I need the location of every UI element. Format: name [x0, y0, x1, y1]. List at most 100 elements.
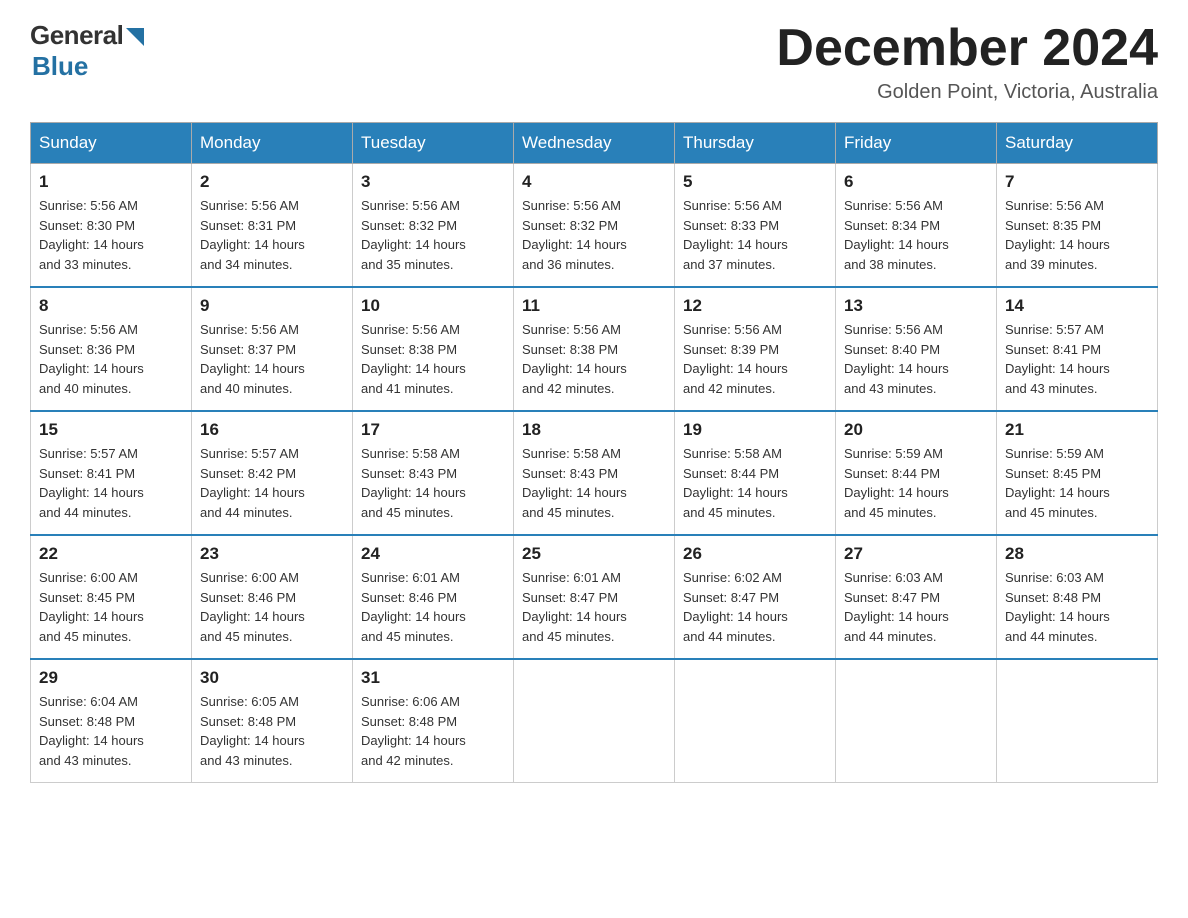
calendar-cell: 29 Sunrise: 6:04 AM Sunset: 8:48 PM Dayl…: [31, 659, 192, 783]
calendar-cell: 11 Sunrise: 5:56 AM Sunset: 8:38 PM Dayl…: [514, 287, 675, 411]
day-detail: Sunrise: 6:04 AM Sunset: 8:48 PM Dayligh…: [39, 692, 183, 770]
day-header-saturday: Saturday: [997, 123, 1158, 164]
day-number: 1: [39, 172, 183, 192]
calendar-cell: 26 Sunrise: 6:02 AM Sunset: 8:47 PM Dayl…: [675, 535, 836, 659]
calendar-week-row: 22 Sunrise: 6:00 AM Sunset: 8:45 PM Dayl…: [31, 535, 1158, 659]
calendar-cell: 5 Sunrise: 5:56 AM Sunset: 8:33 PM Dayli…: [675, 164, 836, 288]
day-detail: Sunrise: 5:56 AM Sunset: 8:33 PM Dayligh…: [683, 196, 827, 274]
day-detail: Sunrise: 6:01 AM Sunset: 8:46 PM Dayligh…: [361, 568, 505, 646]
day-number: 19: [683, 420, 827, 440]
day-detail: Sunrise: 5:56 AM Sunset: 8:40 PM Dayligh…: [844, 320, 988, 398]
day-number: 9: [200, 296, 344, 316]
day-header-monday: Monday: [192, 123, 353, 164]
day-number: 22: [39, 544, 183, 564]
day-number: 14: [1005, 296, 1149, 316]
month-title: December 2024: [776, 20, 1158, 77]
calendar-cell: 6 Sunrise: 5:56 AM Sunset: 8:34 PM Dayli…: [836, 164, 997, 288]
day-number: 10: [361, 296, 505, 316]
day-number: 4: [522, 172, 666, 192]
calendar-table: SundayMondayTuesdayWednesdayThursdayFrid…: [30, 122, 1158, 783]
day-detail: Sunrise: 5:59 AM Sunset: 8:44 PM Dayligh…: [844, 444, 988, 522]
calendar-cell: 16 Sunrise: 5:57 AM Sunset: 8:42 PM Dayl…: [192, 411, 353, 535]
day-number: 27: [844, 544, 988, 564]
day-number: 30: [200, 668, 344, 688]
day-detail: Sunrise: 5:57 AM Sunset: 8:41 PM Dayligh…: [1005, 320, 1149, 398]
day-detail: Sunrise: 6:00 AM Sunset: 8:46 PM Dayligh…: [200, 568, 344, 646]
calendar-cell: 18 Sunrise: 5:58 AM Sunset: 8:43 PM Dayl…: [514, 411, 675, 535]
calendar-cell: 14 Sunrise: 5:57 AM Sunset: 8:41 PM Dayl…: [997, 287, 1158, 411]
calendar-cell: 3 Sunrise: 5:56 AM Sunset: 8:32 PM Dayli…: [353, 164, 514, 288]
day-detail: Sunrise: 5:56 AM Sunset: 8:36 PM Dayligh…: [39, 320, 183, 398]
day-detail: Sunrise: 5:58 AM Sunset: 8:44 PM Dayligh…: [683, 444, 827, 522]
day-detail: Sunrise: 5:56 AM Sunset: 8:38 PM Dayligh…: [522, 320, 666, 398]
day-header-sunday: Sunday: [31, 123, 192, 164]
day-number: 13: [844, 296, 988, 316]
day-number: 28: [1005, 544, 1149, 564]
calendar-cell: 30 Sunrise: 6:05 AM Sunset: 8:48 PM Dayl…: [192, 659, 353, 783]
day-number: 17: [361, 420, 505, 440]
day-number: 15: [39, 420, 183, 440]
day-detail: Sunrise: 5:57 AM Sunset: 8:41 PM Dayligh…: [39, 444, 183, 522]
day-header-thursday: Thursday: [675, 123, 836, 164]
day-number: 6: [844, 172, 988, 192]
day-detail: Sunrise: 6:02 AM Sunset: 8:47 PM Dayligh…: [683, 568, 827, 646]
day-number: 24: [361, 544, 505, 564]
calendar-cell: [514, 659, 675, 783]
day-number: 29: [39, 668, 183, 688]
day-number: 23: [200, 544, 344, 564]
calendar-cell: 27 Sunrise: 6:03 AM Sunset: 8:47 PM Dayl…: [836, 535, 997, 659]
calendar-cell: [836, 659, 997, 783]
location-text: Golden Point, Victoria, Australia: [776, 81, 1158, 104]
day-detail: Sunrise: 6:05 AM Sunset: 8:48 PM Dayligh…: [200, 692, 344, 770]
title-block: December 2024 Golden Point, Victoria, Au…: [776, 20, 1158, 104]
calendar-cell: 25 Sunrise: 6:01 AM Sunset: 8:47 PM Dayl…: [514, 535, 675, 659]
page-header: General Blue December 2024 Golden Point,…: [30, 20, 1158, 104]
day-number: 31: [361, 668, 505, 688]
calendar-cell: 13 Sunrise: 5:56 AM Sunset: 8:40 PM Dayl…: [836, 287, 997, 411]
day-number: 5: [683, 172, 827, 192]
day-detail: Sunrise: 6:01 AM Sunset: 8:47 PM Dayligh…: [522, 568, 666, 646]
calendar-cell: [997, 659, 1158, 783]
day-detail: Sunrise: 6:06 AM Sunset: 8:48 PM Dayligh…: [361, 692, 505, 770]
day-detail: Sunrise: 5:56 AM Sunset: 8:31 PM Dayligh…: [200, 196, 344, 274]
calendar-cell: 17 Sunrise: 5:58 AM Sunset: 8:43 PM Dayl…: [353, 411, 514, 535]
calendar-week-row: 29 Sunrise: 6:04 AM Sunset: 8:48 PM Dayl…: [31, 659, 1158, 783]
day-number: 12: [683, 296, 827, 316]
day-number: 7: [1005, 172, 1149, 192]
day-header-tuesday: Tuesday: [353, 123, 514, 164]
calendar-cell: 19 Sunrise: 5:58 AM Sunset: 8:44 PM Dayl…: [675, 411, 836, 535]
calendar-cell: 24 Sunrise: 6:01 AM Sunset: 8:46 PM Dayl…: [353, 535, 514, 659]
calendar-cell: 4 Sunrise: 5:56 AM Sunset: 8:32 PM Dayli…: [514, 164, 675, 288]
calendar-cell: 2 Sunrise: 5:56 AM Sunset: 8:31 PM Dayli…: [192, 164, 353, 288]
logo-general-text: General: [30, 20, 123, 51]
day-detail: Sunrise: 5:56 AM Sunset: 8:39 PM Dayligh…: [683, 320, 827, 398]
calendar-cell: 8 Sunrise: 5:56 AM Sunset: 8:36 PM Dayli…: [31, 287, 192, 411]
day-number: 26: [683, 544, 827, 564]
calendar-cell: 1 Sunrise: 5:56 AM Sunset: 8:30 PM Dayli…: [31, 164, 192, 288]
calendar-cell: 15 Sunrise: 5:57 AM Sunset: 8:41 PM Dayl…: [31, 411, 192, 535]
day-detail: Sunrise: 5:58 AM Sunset: 8:43 PM Dayligh…: [522, 444, 666, 522]
calendar-header-row: SundayMondayTuesdayWednesdayThursdayFrid…: [31, 123, 1158, 164]
day-number: 11: [522, 296, 666, 316]
day-detail: Sunrise: 5:56 AM Sunset: 8:32 PM Dayligh…: [522, 196, 666, 274]
day-number: 16: [200, 420, 344, 440]
day-number: 20: [844, 420, 988, 440]
calendar-cell: 9 Sunrise: 5:56 AM Sunset: 8:37 PM Dayli…: [192, 287, 353, 411]
day-number: 2: [200, 172, 344, 192]
day-number: 21: [1005, 420, 1149, 440]
day-detail: Sunrise: 6:03 AM Sunset: 8:47 PM Dayligh…: [844, 568, 988, 646]
calendar-week-row: 8 Sunrise: 5:56 AM Sunset: 8:36 PM Dayli…: [31, 287, 1158, 411]
day-detail: Sunrise: 5:56 AM Sunset: 8:37 PM Dayligh…: [200, 320, 344, 398]
logo: General Blue: [30, 20, 144, 82]
day-detail: Sunrise: 5:57 AM Sunset: 8:42 PM Dayligh…: [200, 444, 344, 522]
day-detail: Sunrise: 6:03 AM Sunset: 8:48 PM Dayligh…: [1005, 568, 1149, 646]
logo-blue-text: Blue: [32, 51, 88, 81]
calendar-cell: 22 Sunrise: 6:00 AM Sunset: 8:45 PM Dayl…: [31, 535, 192, 659]
calendar-cell: 12 Sunrise: 5:56 AM Sunset: 8:39 PM Dayl…: [675, 287, 836, 411]
day-detail: Sunrise: 5:59 AM Sunset: 8:45 PM Dayligh…: [1005, 444, 1149, 522]
calendar-cell: 10 Sunrise: 5:56 AM Sunset: 8:38 PM Dayl…: [353, 287, 514, 411]
day-detail: Sunrise: 5:56 AM Sunset: 8:32 PM Dayligh…: [361, 196, 505, 274]
calendar-week-row: 1 Sunrise: 5:56 AM Sunset: 8:30 PM Dayli…: [31, 164, 1158, 288]
day-detail: Sunrise: 6:00 AM Sunset: 8:45 PM Dayligh…: [39, 568, 183, 646]
calendar-cell: 21 Sunrise: 5:59 AM Sunset: 8:45 PM Dayl…: [997, 411, 1158, 535]
